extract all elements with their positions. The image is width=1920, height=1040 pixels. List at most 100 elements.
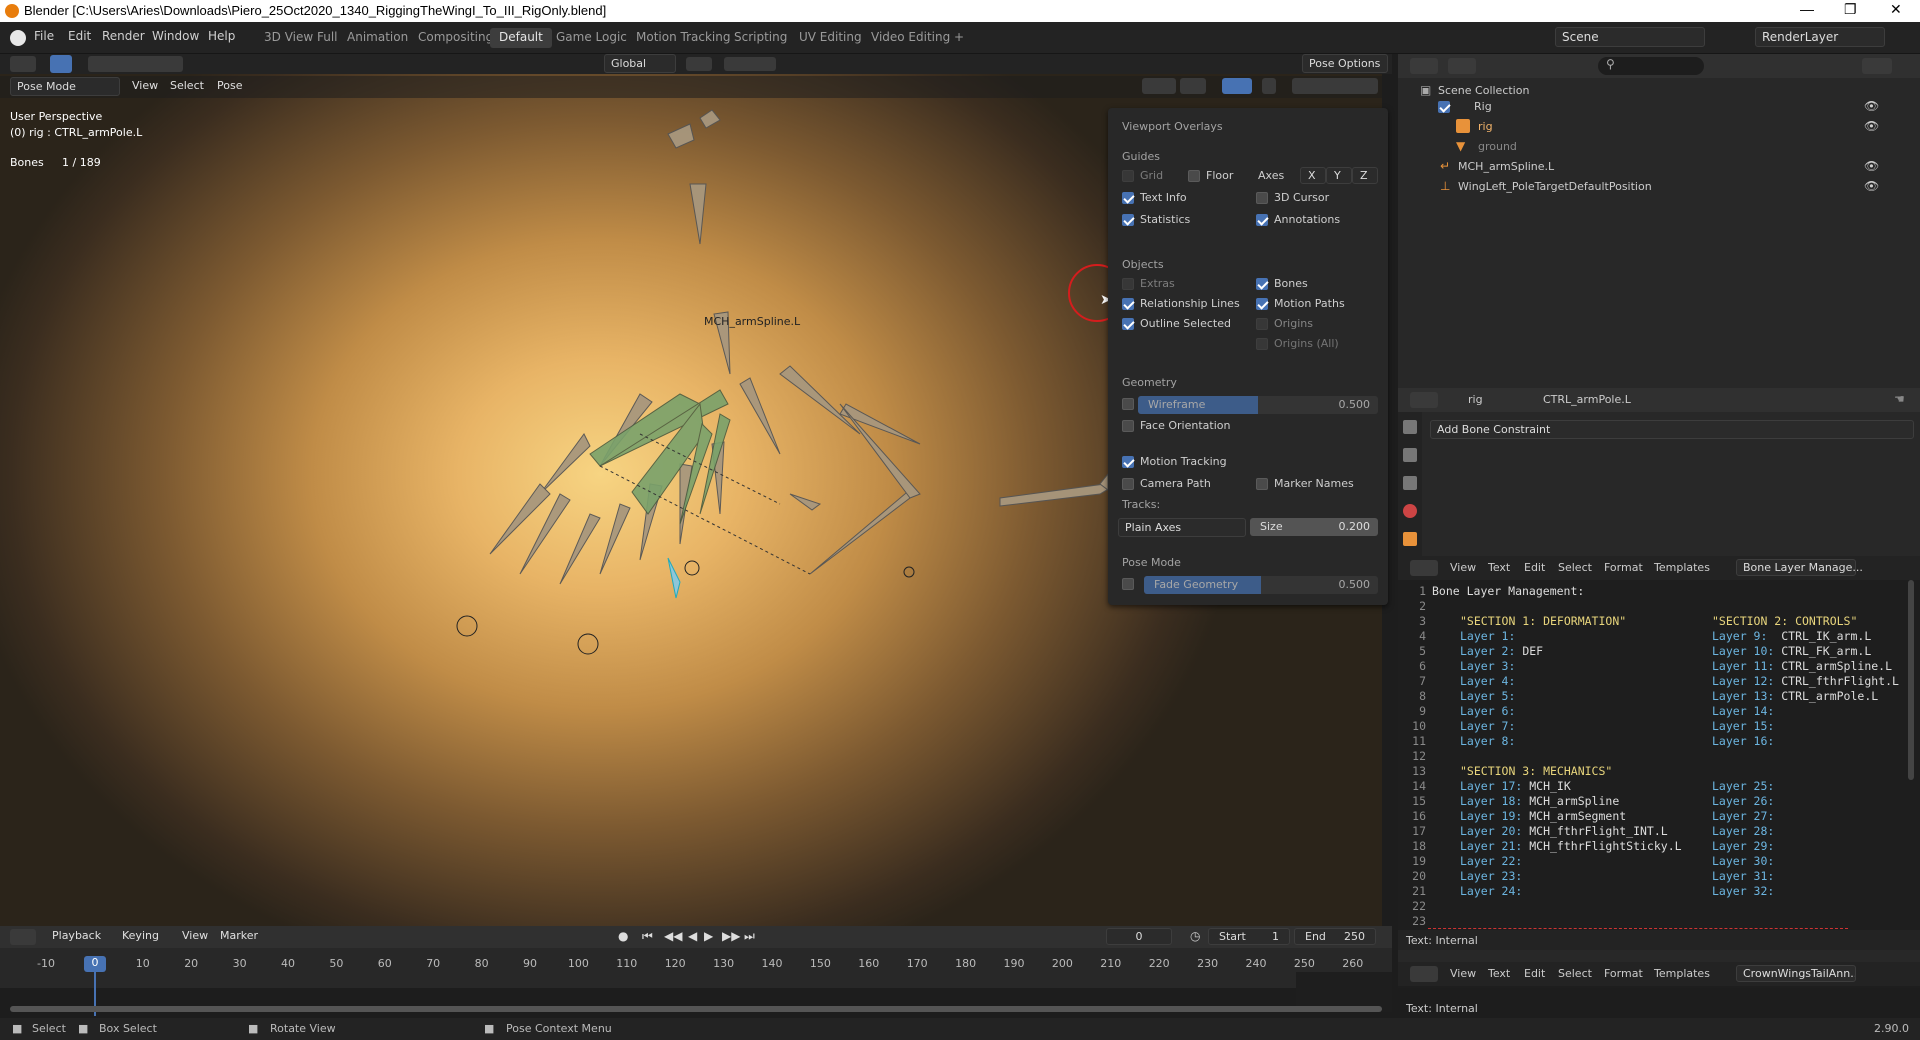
shading-icon[interactable] xyxy=(1292,78,1378,94)
relationship-lines-checkbox[interactable] xyxy=(1122,298,1134,310)
timeline-menu-playback[interactable]: Playback xyxy=(52,929,101,942)
xray-icon[interactable] xyxy=(1262,78,1276,94)
add-bone-constraint-dropdown[interactable]: Add Bone Constraint xyxy=(1430,420,1914,439)
scene-selector[interactable]: Scene xyxy=(1555,27,1705,47)
outliner-editor-icon[interactable] xyxy=(1410,58,1438,74)
camera-path-checkbox[interactable] xyxy=(1122,478,1134,490)
timeline-menu-view[interactable]: View xyxy=(182,929,208,942)
timeline-scrollbar[interactable] xyxy=(10,1006,1382,1012)
menu-help[interactable]: Help xyxy=(208,29,235,43)
select-mode-buttons[interactable] xyxy=(88,56,183,72)
text-menu-select[interactable]: Select xyxy=(1558,561,1592,574)
jump-start-icon[interactable]: ⏮ xyxy=(642,929,653,944)
view-menu[interactable]: View xyxy=(132,79,158,92)
axis-z-button[interactable]: Z xyxy=(1352,167,1378,184)
gizmo-icon[interactable] xyxy=(1180,78,1206,94)
overlays-icon[interactable] xyxy=(1222,78,1252,94)
menu-edit[interactable]: Edit xyxy=(68,29,91,43)
text2-menu-view[interactable]: View xyxy=(1450,967,1476,980)
menu-render[interactable]: Render xyxy=(102,29,145,43)
menu-file[interactable]: File xyxy=(34,29,54,43)
extras-checkbox[interactable] xyxy=(1122,278,1134,290)
outliner-row-ground[interactable]: ▼ ground xyxy=(1398,137,1920,157)
marker-names-checkbox[interactable] xyxy=(1256,478,1268,490)
text2-datablock-selector[interactable]: CrownWingsTailAnn... xyxy=(1736,965,1856,982)
scene-tab-icon[interactable] xyxy=(1403,476,1417,490)
text2-menu-templates[interactable]: Templates xyxy=(1654,967,1710,980)
visibility-icon[interactable] xyxy=(1142,78,1176,94)
tab-scripting[interactable]: Scripting xyxy=(725,28,796,48)
text2-menu-text[interactable]: Text xyxy=(1488,967,1510,980)
face-orientation-checkbox[interactable] xyxy=(1122,420,1134,432)
properties-object[interactable]: rig xyxy=(1468,393,1483,406)
play-reverse-icon[interactable]: ◀ xyxy=(688,929,697,943)
prev-key-icon[interactable]: ◀◀ xyxy=(664,929,682,943)
text2-menu-edit[interactable]: Edit xyxy=(1524,967,1545,980)
collection-checkbox[interactable] xyxy=(1438,101,1450,113)
editor-type-icon[interactable] xyxy=(10,56,36,72)
renderlayer-selector[interactable]: RenderLayer xyxy=(1755,27,1885,47)
select-menu[interactable]: Select xyxy=(170,79,204,92)
origins-checkbox[interactable] xyxy=(1256,318,1268,330)
origins-all-checkbox[interactable] xyxy=(1256,338,1268,350)
3d-cursor-checkbox[interactable] xyxy=(1256,192,1268,204)
outliner-row-pole-target[interactable]: ⊥ WingLeft_PoleTargetDefaultPosition 👁 xyxy=(1398,177,1920,197)
statistics-checkbox[interactable] xyxy=(1122,214,1134,226)
text-menu-templates[interactable]: Templates xyxy=(1654,561,1710,574)
object-tab-icon[interactable] xyxy=(1403,532,1417,546)
timeline-menu-marker[interactable]: Marker xyxy=(220,929,258,942)
tracks-dropdown[interactable]: Plain Axes xyxy=(1118,518,1246,537)
menu-window[interactable]: Window xyxy=(152,29,199,43)
text-datablock-selector[interactable]: Bone Layer Manage... xyxy=(1736,559,1863,576)
pose-menu[interactable]: Pose xyxy=(217,79,242,92)
clock-icon[interactable]: ◷ xyxy=(1190,929,1200,943)
wireframe-checkbox[interactable] xyxy=(1122,398,1134,410)
eye-icon[interactable]: 👁 xyxy=(1864,179,1879,193)
pin-icon[interactable]: ☚ xyxy=(1894,392,1905,406)
outline-selected-checkbox[interactable] xyxy=(1122,318,1134,330)
axis-y-button[interactable]: Y xyxy=(1326,167,1352,184)
jump-end-icon[interactable]: ⏭ xyxy=(744,929,755,944)
display-mode-icon[interactable] xyxy=(1448,58,1476,74)
motion-paths-checkbox[interactable] xyxy=(1256,298,1268,310)
properties-editor-icon[interactable] xyxy=(1410,392,1438,408)
record-icon[interactable]: ● xyxy=(618,929,628,943)
motion-tracking-checkbox[interactable] xyxy=(1122,456,1134,468)
text-menu-text[interactable]: Text xyxy=(1488,561,1510,574)
annotations-checkbox[interactable] xyxy=(1256,214,1268,226)
minimize-icon[interactable]: — xyxy=(1800,1,1814,17)
tool-tab-icon[interactable] xyxy=(1403,420,1417,434)
tab-game-logic[interactable]: Game Logic xyxy=(547,28,636,48)
fade-geometry-checkbox[interactable] xyxy=(1122,578,1134,590)
axis-x-button[interactable]: X xyxy=(1300,167,1326,184)
render-tab-icon[interactable] xyxy=(1403,448,1417,462)
add-workspace-icon[interactable]: + xyxy=(945,28,973,48)
floor-checkbox[interactable] xyxy=(1188,170,1200,182)
filter-icon[interactable] xyxy=(1862,58,1892,74)
text-menu-view[interactable]: View xyxy=(1450,561,1476,574)
start-frame-field[interactable]: Start 1 xyxy=(1208,928,1290,945)
text-menu-format[interactable]: Format xyxy=(1604,561,1643,574)
current-frame-field[interactable]: 0 xyxy=(1106,928,1172,945)
end-frame-field[interactable]: End 250 xyxy=(1294,928,1376,945)
play-icon[interactable]: ▶ xyxy=(704,929,713,943)
next-key-icon[interactable]: ▶▶ xyxy=(722,929,740,943)
blender-menu-icon[interactable] xyxy=(10,30,26,46)
text2-menu-format[interactable]: Format xyxy=(1604,967,1643,980)
timeline-editor-icon[interactable] xyxy=(10,929,36,945)
restore-icon[interactable]: ❐ xyxy=(1844,1,1857,18)
tab-3d-view-full[interactable]: 3D View Full xyxy=(255,28,347,48)
text-info-checkbox[interactable] xyxy=(1122,192,1134,204)
properties-bone[interactable]: CTRL_armPole.L xyxy=(1543,393,1631,406)
fade-geometry-slider[interactable]: Fade Geometry 0.500 xyxy=(1144,576,1378,594)
bones-checkbox[interactable] xyxy=(1256,278,1268,290)
text-menu-edit[interactable]: Edit xyxy=(1524,561,1545,574)
mode-selector[interactable]: Pose Mode xyxy=(10,77,120,96)
snap-icon[interactable] xyxy=(724,57,776,71)
tab-compositing[interactable]: Compositing xyxy=(409,28,502,48)
text2-menu-select[interactable]: Select xyxy=(1558,967,1592,980)
outliner-row-rig-collection[interactable]: Rig 👁 xyxy=(1398,97,1920,117)
world-tab-icon[interactable] xyxy=(1403,504,1417,518)
playhead-frame-label[interactable]: 0 xyxy=(84,956,106,972)
eye-icon[interactable]: 👁 xyxy=(1864,119,1879,133)
